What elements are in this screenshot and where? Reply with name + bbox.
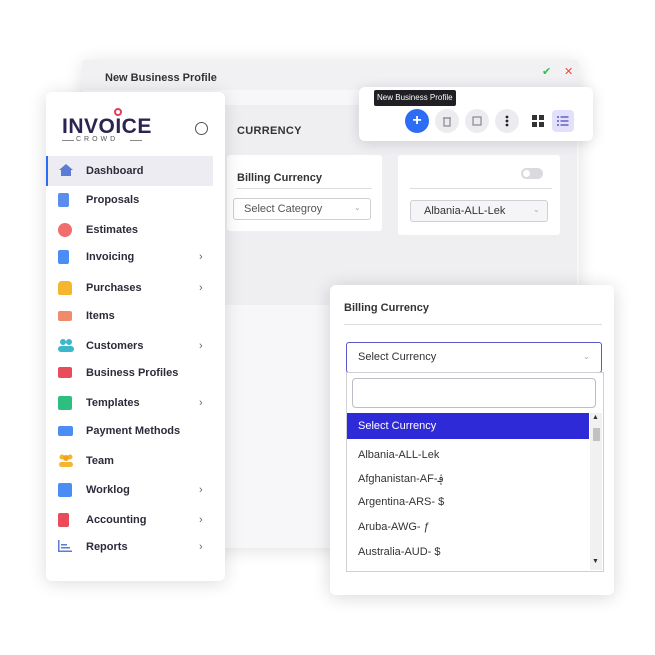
chevron-down-icon: ⌄ <box>354 203 361 212</box>
sidebar-item-reports[interactable]: Reports › <box>46 534 225 562</box>
dropdown-search-input[interactable] <box>352 378 596 408</box>
sidebar-item-purchases[interactable]: Purchases › <box>46 275 225 303</box>
toggle-switch[interactable] <box>521 168 543 179</box>
dropdown-option[interactable]: Albania-ALL-Lek <box>358 449 439 461</box>
logo-line <box>62 140 74 141</box>
sidebar-item-label: Purchases <box>86 282 142 294</box>
sidebar-item-label: Worklog <box>86 484 130 496</box>
billing-currency-panel: Billing Currency Select Currency ⌄ Selec… <box>330 285 614 595</box>
document-icon <box>58 193 69 207</box>
users-icon <box>58 339 74 352</box>
dropdown-option[interactable]: Afghanistan-AF-؋ <box>358 472 444 485</box>
sidebar-item-label: Estimates <box>86 224 138 236</box>
divider <box>237 188 372 189</box>
billing-currency-label: Billing Currency <box>237 172 322 184</box>
sidebar-item-proposals[interactable]: Proposals <box>46 187 225 215</box>
grid-view-icon[interactable] <box>527 110 549 132</box>
category-select-value: Select Categroy <box>244 203 323 215</box>
close-icon[interactable]: ✕ <box>564 65 573 78</box>
add-button[interactable]: + <box>405 109 429 133</box>
chevron-right-icon: › <box>199 514 203 526</box>
chevron-right-icon: › <box>199 541 203 553</box>
sidebar-item-accounting[interactable]: Accounting › <box>46 507 225 535</box>
billing-currency-card: Billing Currency Select Categroy ⌄ <box>227 155 382 231</box>
sidebar-item-label: Templates <box>86 397 140 409</box>
sidebar-item-estimates[interactable]: Estimates <box>46 217 225 245</box>
currency-settings-card: Albania-ALL-Lek ⌄ <box>398 155 560 235</box>
calculator-icon <box>58 513 69 527</box>
chevron-right-icon: › <box>199 484 203 496</box>
currency-section-title: CURRENCY <box>237 125 302 137</box>
sidebar-item-label: Dashboard <box>86 165 144 177</box>
home-icon <box>59 164 73 176</box>
currency-select-value: Select Currency <box>358 351 437 363</box>
sidebar-item-label: Invoicing <box>86 251 135 263</box>
templates-icon <box>58 396 72 410</box>
currency-select[interactable]: Select Currency ⌄ <box>346 342 602 373</box>
calendar-icon <box>58 483 72 497</box>
dropdown-option-selected[interactable]: Select Currency <box>347 413 589 439</box>
dropdown-scrollbar[interactable]: ▲ ▼ <box>590 413 602 570</box>
sidebar-item-dashboard[interactable]: Dashboard <box>46 158 225 186</box>
scroll-down-arrow-icon[interactable]: ▼ <box>592 558 599 565</box>
logo-line <box>130 140 142 141</box>
logo-subtitle: CROWD <box>76 136 119 143</box>
collapse-sidebar-icon[interactable] <box>195 122 208 135</box>
scrollbar-thumb[interactable] <box>593 428 600 441</box>
sidebar-item-invoicing[interactable]: Invoicing › <box>46 244 225 272</box>
sidebar-item-label: Team <box>86 455 114 467</box>
sidebar-item-templates[interactable]: Templates › <box>46 390 225 418</box>
chevron-right-icon: › <box>199 251 203 263</box>
logo-mark-icon <box>114 108 122 116</box>
sidebar-item-worklog[interactable]: Worklog › <box>46 477 225 505</box>
box-icon <box>58 311 72 321</box>
sidebar-item-label: Items <box>86 310 115 322</box>
window-title: New Business Profile <box>105 72 217 84</box>
option-label: Select Currency <box>358 420 437 432</box>
chevron-right-icon: › <box>199 397 203 409</box>
chevron-right-icon: › <box>199 340 203 352</box>
currency-dropdown-list: Select Currency Albania-ALL-Lek Afghanis… <box>346 372 604 572</box>
sidebar-item-label: Accounting <box>86 514 147 526</box>
invoice-icon <box>58 250 69 264</box>
divider <box>344 324 602 325</box>
pie-chart-icon <box>58 223 72 237</box>
sidebar: INVOICE CROWD Dashboard Proposals Estima… <box>46 92 225 581</box>
panel-title: Billing Currency <box>344 302 429 314</box>
card-icon <box>58 426 73 436</box>
sidebar-item-label: Business Profiles <box>86 367 179 379</box>
sidebar-item-label: Proposals <box>86 194 140 206</box>
chevron-down-icon: ⌄ <box>583 352 590 361</box>
sidebar-item-label: Customers <box>86 340 144 352</box>
category-select[interactable]: Select Categroy ⌄ <box>233 198 371 220</box>
currency-select-value: Albania-ALL-Lek <box>424 205 506 217</box>
sidebar-item-payment-methods[interactable]: Payment Methods <box>46 418 225 446</box>
chevron-down-icon: ⌄ <box>533 205 540 214</box>
dropdown-option[interactable]: Argentina-ARS- $ <box>358 496 444 508</box>
briefcase-icon <box>58 367 72 378</box>
bag-icon <box>58 281 72 295</box>
tooltip: New Business Profile <box>374 90 456 106</box>
more-options-icon[interactable] <box>495 109 519 133</box>
chevron-right-icon: › <box>199 282 203 294</box>
sidebar-item-items[interactable]: Items <box>46 303 225 331</box>
dropdown-option[interactable]: Australia-AUD- $ <box>358 546 441 558</box>
currency-select[interactable]: Albania-ALL-Lek ⌄ <box>410 200 548 222</box>
divider <box>410 188 552 189</box>
check-icon[interactable]: ✔ <box>542 65 551 78</box>
sidebar-item-team[interactable]: Team <box>46 448 225 476</box>
sidebar-item-business-profiles[interactable]: Business Profiles <box>46 360 225 388</box>
toggle-knob <box>523 170 530 177</box>
dropdown-option[interactable]: Aruba-AWG- ƒ <box>358 521 430 533</box>
list-view-icon[interactable] <box>552 110 574 132</box>
chart-icon <box>58 540 72 552</box>
sidebar-item-label: Reports <box>86 541 128 553</box>
square-icon[interactable] <box>465 109 489 133</box>
team-icon <box>59 454 73 467</box>
sidebar-item-customers[interactable]: Customers › <box>46 333 225 361</box>
sidebar-item-label: Payment Methods <box>86 425 181 437</box>
trash-icon[interactable] <box>435 109 459 133</box>
scroll-up-arrow-icon[interactable]: ▲ <box>592 414 599 421</box>
